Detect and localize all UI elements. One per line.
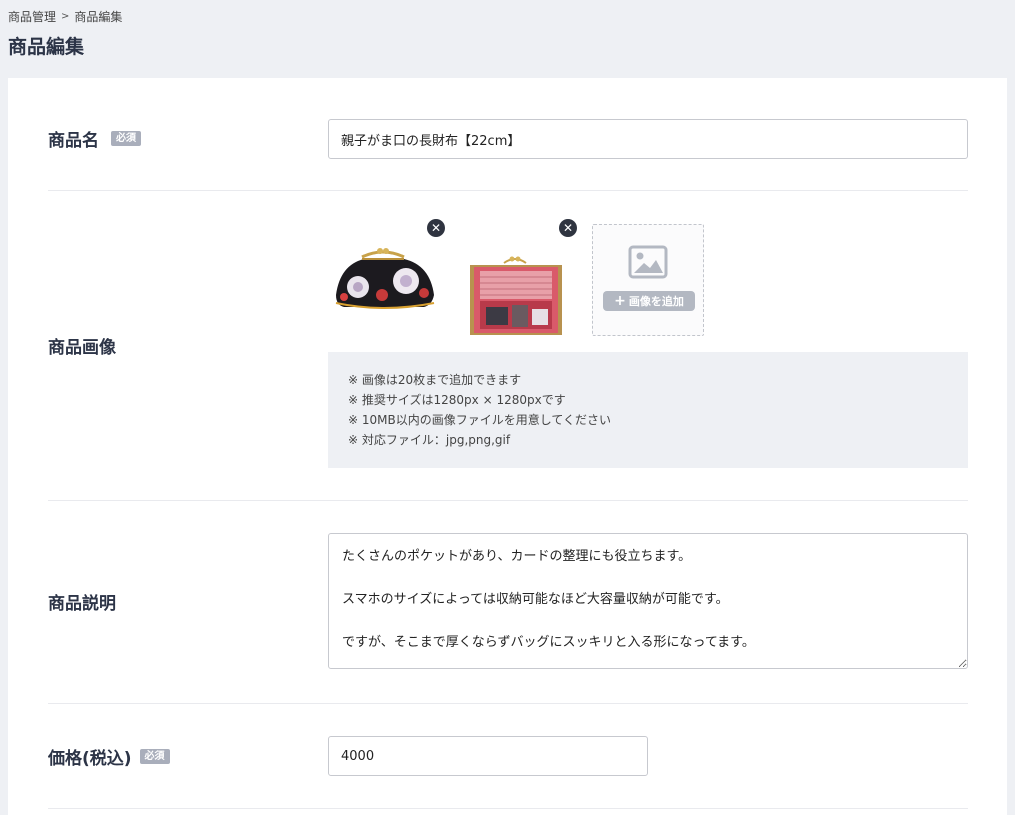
product-name-row: 商品名 必須 親子がま口の長財布【22cm】: [48, 78, 968, 191]
product-price-label: 価格(税込) 必須: [48, 744, 170, 769]
image-guideline-line: ※ 対応ファイル：jpg,png,gif: [348, 433, 511, 447]
product-images-label-text: 商品画像: [48, 338, 116, 358]
product-description-label: 商品説明: [48, 589, 116, 614]
product-image-thumbnail-2[interactable]: [460, 253, 570, 337]
delete-image-button-1[interactable]: ✕: [427, 219, 445, 237]
image-guideline-line: ※ 推奨サイズは1280px × 1280pxです: [348, 393, 566, 407]
product-name-label-text: 商品名: [48, 131, 99, 151]
page-title: 商品編集: [8, 36, 85, 58]
required-badge: 必須: [111, 131, 141, 146]
breadcrumb-separator: >: [61, 11, 70, 22]
add-image-dropzone[interactable]: + 画像を追加: [592, 224, 704, 336]
product-price-row: 価格(税込) 必須 4000: [48, 704, 968, 809]
breadcrumb-item-product-management[interactable]: 商品管理: [8, 8, 56, 25]
product-name-value: 親子がま口の長財布【22cm】: [341, 133, 521, 149]
add-image-button[interactable]: + 画像を追加: [603, 291, 695, 311]
breadcrumb-item-current: 商品編集: [74, 10, 123, 24]
image-guideline-line: ※ 10MB以内の画像ファイルを用意してください: [348, 413, 612, 427]
product-price-value: 4000: [341, 748, 375, 764]
delete-image-button-2[interactable]: ✕: [559, 219, 577, 237]
product-name-label: 商品名 必須: [48, 126, 141, 151]
image-guideline-line: ※ 画像は20枚まで追加できます: [348, 373, 522, 387]
plus-icon: +: [614, 293, 626, 309]
add-image-label: 画像を追加: [628, 295, 684, 308]
product-images-row: 商品画像 ✕ ✕ + 画像を追加 ※ 画像は20枚まで追加できます ※ 推奨サイ…: [48, 191, 968, 501]
product-name-input[interactable]: 親子がま口の長財布【22cm】: [328, 119, 968, 159]
product-description-label-text: 商品説明: [48, 594, 116, 614]
close-icon: ✕: [430, 221, 442, 235]
required-badge: 必須: [139, 749, 170, 764]
close-icon: ✕: [562, 221, 574, 235]
product-images-label: 商品画像: [48, 333, 116, 358]
product-image-thumbnail-1[interactable]: [328, 243, 438, 313]
image-placeholder-icon: [628, 245, 668, 279]
product-price-input[interactable]: 4000: [328, 736, 648, 776]
product-price-label-text: 価格(税込): [48, 749, 132, 769]
product-description-textarea[interactable]: [328, 533, 968, 669]
image-guidelines: ※ 画像は20枚まで追加できます ※ 推奨サイズは1280px × 1280px…: [328, 352, 968, 468]
product-edit-form: 商品名 必須 親子がま口の長財布【22cm】 商品画像 ✕ ✕ + 画像を追加 …: [8, 78, 1007, 815]
breadcrumb: 商品管理 > 商品編集: [8, 8, 122, 25]
